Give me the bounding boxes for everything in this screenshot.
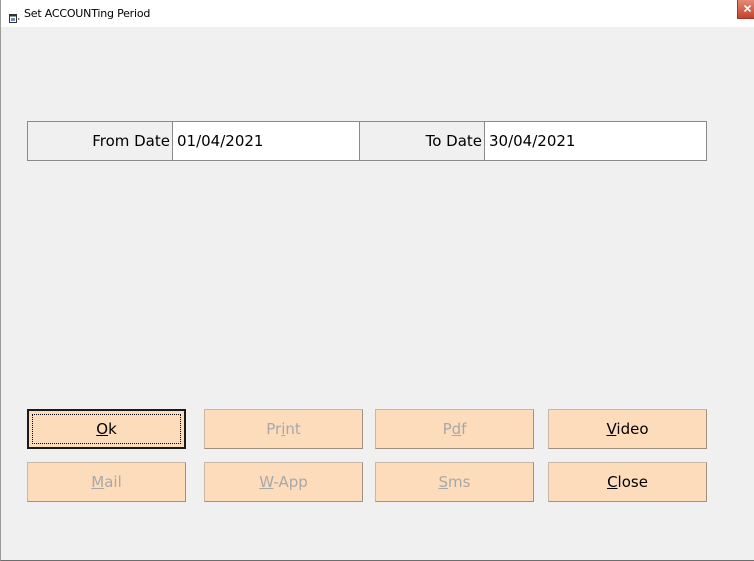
sms-button[interactable]: Sms <box>375 462 534 502</box>
button-mnemonic-key: S <box>438 473 449 491</box>
button-label-post: -App <box>273 473 308 491</box>
ok-button[interactable]: Ok <box>27 409 186 449</box>
button-label-post: ail <box>104 473 122 491</box>
to-date-label: To Date <box>359 121 485 161</box>
button-mnemonic-key: M <box>91 473 105 491</box>
title-bar[interactable]: Set ACCOUNTing Period <box>1 0 754 27</box>
button-label-pre: P <box>442 420 452 438</box>
app-window-icon <box>9 9 22 23</box>
button-mnemonic-key: V <box>606 420 617 438</box>
from-date-label: From Date <box>27 121 173 161</box>
button-mnemonic-key: O <box>96 420 109 438</box>
print-button[interactable]: Print <box>204 409 363 449</box>
button-label-post: f <box>461 420 467 438</box>
button-mnemonic-key: d <box>451 420 462 438</box>
window-title: Set ACCOUNTing Period <box>24 7 151 20</box>
button-mnemonic-key: W <box>259 473 274 491</box>
close-icon <box>744 5 751 12</box>
pdf-button[interactable]: Pdf <box>375 409 534 449</box>
to-date-field[interactable]: 30/04/2021 <box>484 121 707 161</box>
button-mnemonic-key: C <box>607 473 618 491</box>
close-window-button[interactable] <box>737 0 754 19</box>
close-button[interactable]: Close <box>548 462 707 502</box>
button-label-pre: Pr <box>266 420 282 438</box>
accounting-period-window: Set ACCOUNTing Period From Date 01/04/20… <box>0 0 754 561</box>
mail-button[interactable]: Mail <box>27 462 186 502</box>
button-label-post: ms <box>448 473 471 491</box>
button-label-post: lose <box>617 473 648 491</box>
from-date-field[interactable]: 01/04/2021 <box>172 121 360 161</box>
video-button[interactable]: Video <box>548 409 707 449</box>
button-label-post: k <box>108 420 117 438</box>
button-label-post: ideo <box>616 420 649 438</box>
whatsapp-button[interactable]: W-App <box>204 462 363 502</box>
button-label-post: nt <box>285 420 301 438</box>
